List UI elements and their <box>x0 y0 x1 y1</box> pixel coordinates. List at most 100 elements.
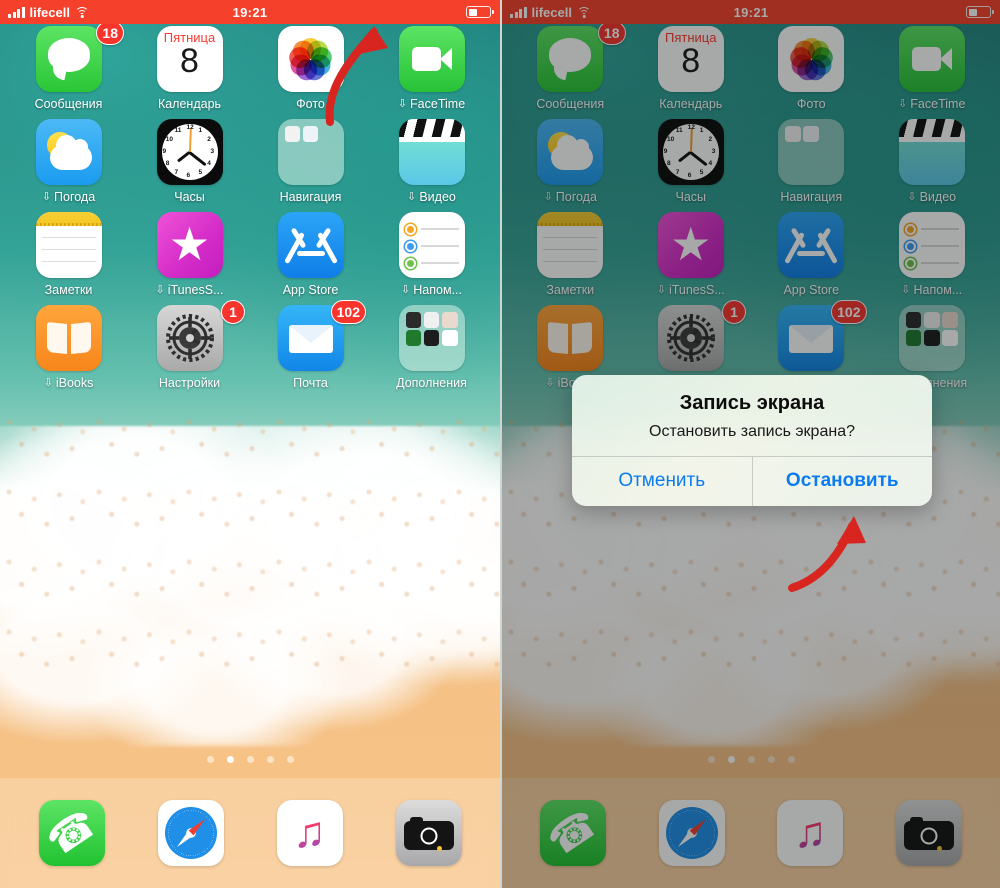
app-weather[interactable]: ⇩ Погода <box>8 119 129 204</box>
app-label-text: Видео <box>419 190 456 204</box>
app-mail[interactable]: 102 Почта <box>250 300 371 390</box>
weather-icon[interactable] <box>35 119 102 185</box>
app-folder-navigation[interactable]: Навигация <box>250 119 371 204</box>
notes-icon[interactable] <box>35 212 102 278</box>
page-dots[interactable] <box>0 756 500 763</box>
app-notes[interactable]: Заметки <box>8 212 129 297</box>
status-bar-clock: 19:21 <box>232 4 268 20</box>
app-folder-navigation[interactable]: Навигация <box>751 119 872 204</box>
weather-icon[interactable] <box>537 119 604 185</box>
app-store-icon[interactable] <box>778 212 845 278</box>
app-label: ⇩ iBooks <box>44 376 94 390</box>
calendar-day: 8 <box>681 42 701 80</box>
app-ibooks[interactable]: ⇩ iBooks <box>8 305 129 390</box>
app-label: ⇩ Напом... <box>401 283 462 297</box>
folder-icon[interactable] <box>277 119 344 185</box>
alert-title: Запись экрана <box>679 392 825 414</box>
screenshot-stage: lifecell 19:21 18 Сообщения Пятница 8 Ка… <box>0 0 1000 888</box>
app-clock[interactable]: 1 2 3 4 5 6 7 8 9 10 11 12 Часы <box>129 119 250 204</box>
music-icon[interactable]: ♫ <box>276 800 343 866</box>
app-itunes-store[interactable]: ★ ⇩ iTunesS... <box>129 212 250 297</box>
app-label: Часы <box>174 190 205 204</box>
cancel-button[interactable]: Отменить <box>572 457 752 506</box>
badge-mail: 102 <box>330 300 366 324</box>
reminders-icon[interactable] <box>898 212 965 278</box>
calendar-day: 8 <box>180 42 199 80</box>
folder-icon[interactable] <box>398 305 465 371</box>
app-app-store[interactable]: App Store <box>751 212 872 297</box>
app-reminders[interactable]: ⇩ Напом... <box>371 212 492 297</box>
facetime-icon[interactable] <box>898 26 965 92</box>
app-clock[interactable]: 1 2 3 4 5 6 7 8 9 10 11 12 Часы <box>631 119 752 204</box>
app-notes[interactable]: Заметки <box>510 212 631 297</box>
notes-icon[interactable] <box>537 212 604 278</box>
app-itunes-store[interactable]: ★ ⇩ iTunesS... <box>631 212 752 297</box>
folder-icon[interactable] <box>778 119 845 185</box>
camera-icon[interactable] <box>395 800 462 866</box>
ibooks-icon[interactable] <box>537 305 604 371</box>
app-calendar[interactable]: Пятница 8 Календарь <box>631 26 752 111</box>
calendar-icon[interactable]: Пятница 8 <box>657 26 724 92</box>
carrier-label: lifecell <box>29 4 70 20</box>
app-weather[interactable]: ⇩ Погода <box>510 119 631 204</box>
app-label-text: Видео <box>919 190 957 204</box>
app-videos[interactable]: ⇩ Видео <box>371 119 492 204</box>
app-label: Дополнения <box>396 376 467 390</box>
app-folder-extras[interactable]: Дополнения <box>371 305 492 390</box>
itunes-store-icon[interactable]: ★ <box>657 212 724 278</box>
app-facetime[interactable]: ⇩ FaceTime <box>371 26 492 111</box>
app-reminders[interactable]: ⇩ Напом... <box>872 212 993 297</box>
messages-icon[interactable] <box>537 26 604 92</box>
photos-icon[interactable] <box>277 26 344 92</box>
ibooks-icon[interactable] <box>35 305 102 371</box>
icloud-download-icon: ⇩ <box>901 283 911 296</box>
app-photos[interactable]: Фото <box>250 26 371 111</box>
badge-messages: 18 <box>96 21 124 45</box>
signal-bars-icon <box>510 6 527 18</box>
facetime-icon[interactable] <box>398 26 465 92</box>
app-label: Часы <box>675 190 707 204</box>
calendar-icon[interactable]: Пятница 8 <box>156 26 223 92</box>
reminders-icon[interactable] <box>398 212 465 278</box>
phone-panel-after: lifecell 19:21 18 Сообщения Пятница 8 Ка… <box>500 0 1000 888</box>
app-label-text: iTunesS... <box>668 283 725 297</box>
status-bar: lifecell 19:21 <box>502 0 1000 24</box>
clock-icon[interactable]: 1 2 3 4 5 6 7 8 9 10 11 12 <box>657 119 724 185</box>
clock-icon[interactable]: 1 2 3 4 5 6 7 8 9 10 11 12 <box>156 119 223 185</box>
folder-icon[interactable] <box>898 305 965 371</box>
messages-icon[interactable] <box>35 26 102 92</box>
camera-icon[interactable] <box>895 800 962 866</box>
app-messages[interactable]: 18 Сообщения <box>8 21 129 111</box>
page-dots[interactable] <box>502 756 1000 763</box>
app-label-text: Погода <box>555 190 597 204</box>
app-facetime[interactable]: ⇩ FaceTime <box>872 26 993 111</box>
app-label: ⇩ Погода <box>544 190 597 204</box>
app-calendar[interactable]: Пятница 8 Календарь <box>129 26 250 111</box>
settings-icon[interactable] <box>156 305 223 371</box>
badge-settings: 1 <box>221 300 245 324</box>
phone-icon[interactable]: ☎ <box>38 800 105 866</box>
icloud-download-icon: ⇩ <box>656 283 666 296</box>
stop-button[interactable]: Остановить <box>751 457 933 507</box>
app-label: ⇩ iTunesS... <box>155 283 223 297</box>
app-messages[interactable]: 18 Сообщения <box>510 21 631 111</box>
music-icon[interactable]: ♫ <box>777 800 844 866</box>
photos-icon[interactable] <box>778 26 845 92</box>
app-videos[interactable]: ⇩ Видео <box>872 119 993 204</box>
app-label: ⇩ FaceTime <box>898 97 965 111</box>
icloud-download-icon: ⇩ <box>43 376 53 389</box>
videos-icon[interactable] <box>398 119 465 185</box>
icloud-download-icon: ⇩ <box>545 376 555 389</box>
app-app-store[interactable]: App Store <box>250 212 371 297</box>
phone-icon[interactable]: ☎ <box>540 800 607 866</box>
app-label: ⇩ iTunesS... <box>657 283 725 297</box>
icloud-download-icon: ⇩ <box>898 97 908 110</box>
videos-icon[interactable] <box>898 119 965 185</box>
app-settings[interactable]: 1 Настройки <box>129 300 250 390</box>
safari-icon[interactable] <box>157 800 224 866</box>
itunes-store-icon[interactable]: ★ <box>156 212 223 278</box>
safari-icon[interactable] <box>658 800 725 866</box>
app-photos[interactable]: Фото <box>751 26 872 111</box>
app-store-icon[interactable] <box>277 212 344 278</box>
settings-icon[interactable] <box>657 305 724 371</box>
